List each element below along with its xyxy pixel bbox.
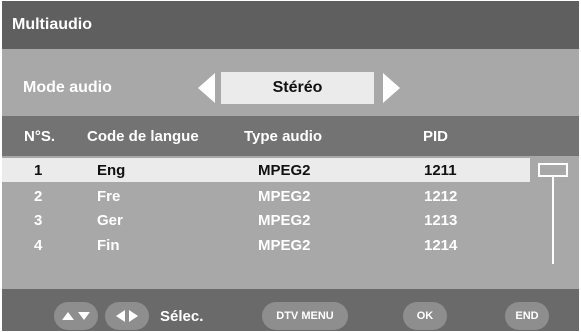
table-row[interactable]: 2 Fre MPEG2 1212: [2, 184, 530, 208]
mode-audio-label: Mode audio: [23, 79, 112, 96]
mode-audio-value[interactable]: Stéréo: [221, 72, 374, 104]
up-down-arrows-icon[interactable]: [54, 302, 98, 330]
row-language-code: Ger: [97, 211, 123, 229]
arrow-left-icon[interactable]: [198, 73, 215, 103]
row-language-code: Fre: [97, 187, 121, 205]
row-audio-type: MPEG2: [258, 236, 311, 254]
page-title: Multiaudio: [12, 16, 92, 33]
row-num: 2: [34, 187, 43, 205]
arrow-right-icon[interactable]: [383, 73, 400, 103]
row-num: 4: [34, 236, 43, 254]
table-header: N°S. Code de langue Type audio PID: [2, 116, 579, 156]
left-right-arrows-icon[interactable]: [105, 302, 149, 330]
header-language-code: Code de langue: [87, 127, 199, 145]
row-num: 1: [34, 161, 43, 179]
footer-bar: Sélec. DTV MENU OK END: [2, 289, 579, 331]
table-row[interactable]: 1 Eng MPEG2 1211: [2, 158, 530, 182]
scrollbar-thumb: [538, 163, 568, 177]
row-pid: 1213: [424, 211, 458, 229]
row-pid: 1211: [424, 161, 457, 179]
multiaudio-screen: Multiaudio Mode audio Stéréo N°S. Code d…: [2, 1, 579, 331]
ok-button[interactable]: OK: [403, 302, 447, 330]
dtv-menu-button[interactable]: DTV MENU: [262, 302, 348, 330]
title-bar: Multiaudio: [2, 1, 579, 49]
row-audio-type: MPEG2: [258, 211, 311, 229]
header-audio-type: Type audio: [244, 127, 323, 145]
row-pid: 1214: [424, 236, 458, 254]
header-num: N°S.: [24, 127, 56, 145]
table-row[interactable]: 3 Ger MPEG2 1213: [2, 208, 530, 232]
scrollbar-track: [552, 177, 554, 264]
row-language-code: Fin: [97, 236, 120, 254]
select-label: Sélec.: [160, 307, 204, 325]
row-language-code: Eng: [97, 161, 126, 179]
table-row[interactable]: 4 Fin MPEG2 1214: [2, 233, 530, 257]
row-audio-type: MPEG2: [258, 161, 311, 179]
header-pid: PID: [423, 127, 449, 145]
row-num: 3: [34, 211, 43, 229]
row-pid: 1212: [424, 187, 458, 205]
row-audio-type: MPEG2: [258, 187, 311, 205]
end-button[interactable]: END: [505, 302, 549, 330]
